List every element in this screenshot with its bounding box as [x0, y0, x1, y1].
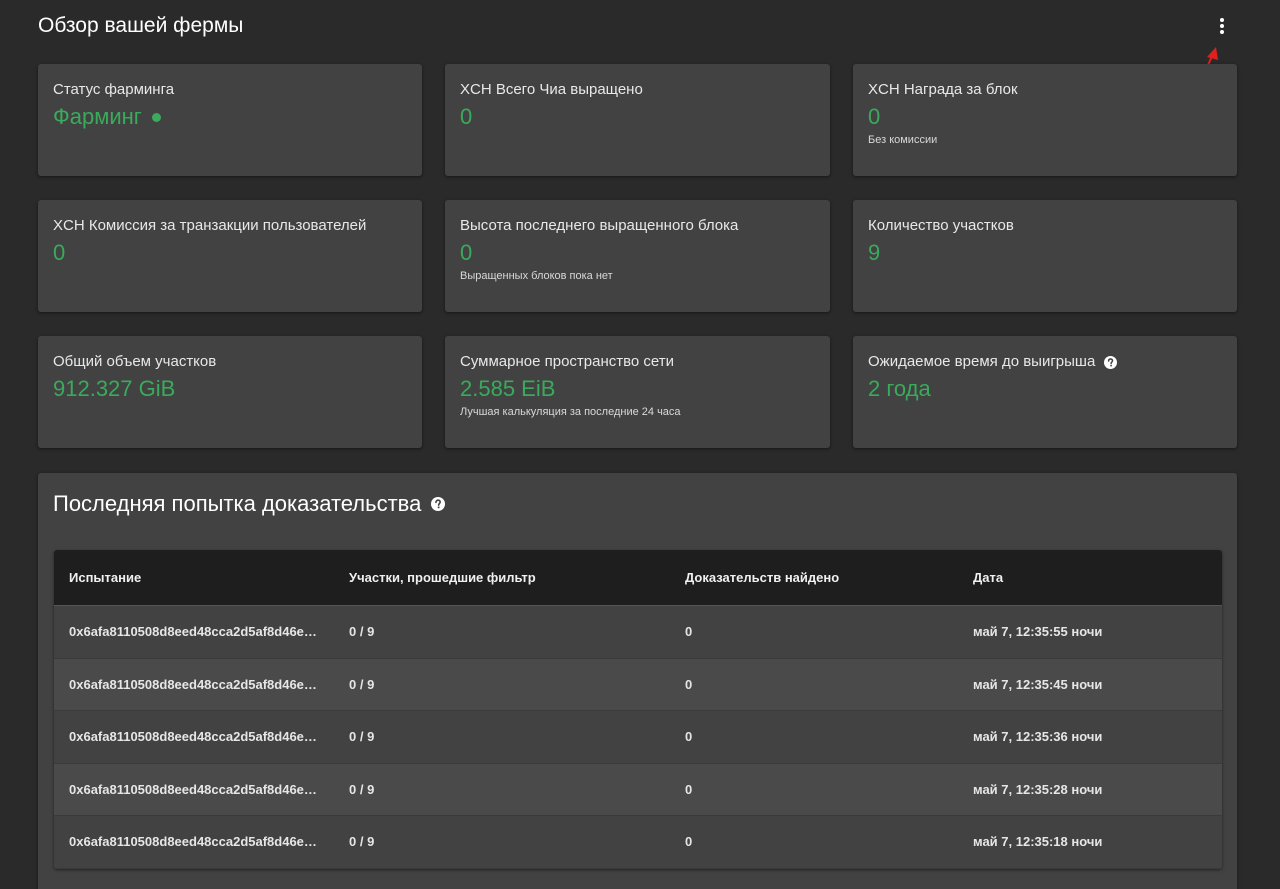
challenge-hash: 0x6afa8110508d8eed48cca2d5af8d46e… — [69, 624, 317, 640]
card-value: 0 — [460, 104, 473, 129]
card-title: Количество участков — [868, 217, 1014, 234]
table-row[interactable]: 0x6afa8110508d8eed48cca2d5af8d46e… 0 / 9… — [54, 658, 1222, 711]
table-header: Испытание Участки, прошедшие фильтр Дока… — [54, 550, 1222, 606]
column-header-proofs-found[interactable]: Доказательств найдено — [685, 570, 973, 585]
proofs-found: 0 — [685, 624, 693, 640]
card-title: XCH Комиссия за транзакции пользователей — [53, 217, 367, 234]
card-subtitle: Без комиссии — [868, 134, 938, 146]
card-value: 9 — [868, 240, 881, 265]
proofs-found: 0 — [685, 781, 693, 797]
card-value: Фарминг — [53, 104, 142, 129]
table-row[interactable]: 0x6afa8110508d8eed48cca2d5af8d46e… 0 / 9… — [54, 816, 1222, 869]
page-title: Обзор вашей фермы — [38, 14, 244, 37]
attempt-date: май 7, 12:35:18 ночи — [973, 834, 1103, 850]
card-value: 2 года — [868, 376, 931, 401]
more-vertical-icon — [1219, 17, 1225, 35]
column-header-date[interactable]: Дата — [973, 570, 1222, 585]
card-total-plot-size: Общий объем участков 912.327 GiB — [38, 336, 422, 448]
card-title: Общий объем участков — [53, 353, 217, 370]
plots-passed-filter: 0 / 9 — [349, 834, 375, 850]
card-title: Суммарное пространство сети — [460, 353, 675, 370]
card-value: 0 — [53, 240, 66, 265]
attempt-date: май 7, 12:35:28 ночи — [973, 781, 1103, 797]
card-title: Высота последнего выращенного блока — [460, 217, 739, 234]
summary-cards: Статус фарминга Фарминг XCH Всего Чиа вы… — [38, 64, 1237, 448]
attempt-date: май 7, 12:35:55 ночи — [973, 624, 1103, 640]
card-title: Ожидаемое время до выигрыша — [868, 353, 1096, 370]
card-last-block-height: Высота последнего выращенного блока 0 Вы… — [445, 200, 830, 312]
plots-passed-filter: 0 / 9 — [349, 781, 375, 797]
card-subtitle: Выращенных блоков пока нет — [460, 270, 613, 282]
card-farming-status: Статус фарминга Фарминг — [38, 64, 422, 176]
challenge-hash: 0x6afa8110508d8eed48cca2d5af8d46e… — [69, 729, 317, 745]
card-value: 0 — [868, 104, 881, 129]
plots-passed-filter: 0 / 9 — [349, 676, 375, 692]
section-title: Последняя попытка доказательства — [53, 491, 422, 516]
proofs-found: 0 — [685, 834, 693, 850]
help-circle-icon[interactable] — [431, 497, 446, 511]
farm-overview-page: Обзор вашей фермы Статус фарминга Фармин… — [0, 0, 1280, 889]
proofs-found: 0 — [685, 729, 693, 745]
latest-proof-attempts-panel: Последняя попытка доказательства Испытан… — [38, 473, 1237, 889]
card-expected-time-to-win: Ожидаемое время до выигрыша 2 года — [853, 336, 1237, 448]
column-header-challenge[interactable]: Испытание — [54, 570, 349, 585]
proofs-found: 0 — [685, 676, 693, 692]
status-dot-icon — [151, 112, 161, 122]
card-value: 912.327 GiB — [53, 376, 176, 401]
card-user-transaction-fees: XCH Комиссия за транзакции пользователей… — [38, 200, 422, 312]
card-title: XCH Всего Чиа выращено — [460, 81, 643, 98]
card-title: XCH Награда за блок — [868, 81, 1018, 98]
table-row[interactable]: 0x6afa8110508d8eed48cca2d5af8d46e… 0 / 9… — [54, 711, 1222, 764]
card-value: 2.585 EiB — [460, 376, 556, 401]
help-circle-icon[interactable] — [1104, 355, 1118, 369]
section-title-row: Последняя попытка доказательства — [53, 490, 446, 518]
challenge-hash: 0x6afa8110508d8eed48cca2d5af8d46e… — [69, 676, 317, 692]
card-block-reward: XCH Награда за блок 0 Без комиссии — [853, 64, 1237, 176]
table-row[interactable]: 0x6afa8110508d8eed48cca2d5af8d46e… 0 / 9… — [54, 763, 1222, 816]
more-options-button[interactable] — [1208, 12, 1236, 40]
card-title-row: Ожидаемое время до выигрыша — [868, 353, 1222, 371]
card-value-row: Фарминг — [53, 104, 407, 130]
card-total-chia-farmed: XCH Всего Чиа выращено 0 — [445, 64, 830, 176]
plots-passed-filter: 0 / 9 — [349, 624, 375, 640]
attempt-date: май 7, 12:35:45 ночи — [973, 676, 1103, 692]
card-plot-count: Количество участков 9 — [853, 200, 1237, 312]
card-subtitle: Лучшая калькуляция за последние 24 часа — [460, 406, 681, 418]
plots-passed-filter: 0 / 9 — [349, 729, 375, 745]
table-row[interactable]: 0x6afa8110508d8eed48cca2d5af8d46e… 0 / 9… — [54, 606, 1222, 659]
attempt-date: май 7, 12:35:36 ночи — [973, 729, 1103, 745]
challenge-hash: 0x6afa8110508d8eed48cca2d5af8d46e… — [69, 781, 317, 797]
column-header-plots-passed-filter[interactable]: Участки, прошедшие фильтр — [349, 570, 685, 585]
card-title: Статус фарминга — [53, 81, 175, 98]
proofs-table: Испытание Участки, прошедшие фильтр Дока… — [54, 550, 1222, 869]
card-total-network-space: Суммарное пространство сети 2.585 EiB Лу… — [445, 336, 830, 448]
card-value: 0 — [460, 240, 473, 265]
challenge-hash: 0x6afa8110508d8eed48cca2d5af8d46e… — [69, 834, 317, 850]
